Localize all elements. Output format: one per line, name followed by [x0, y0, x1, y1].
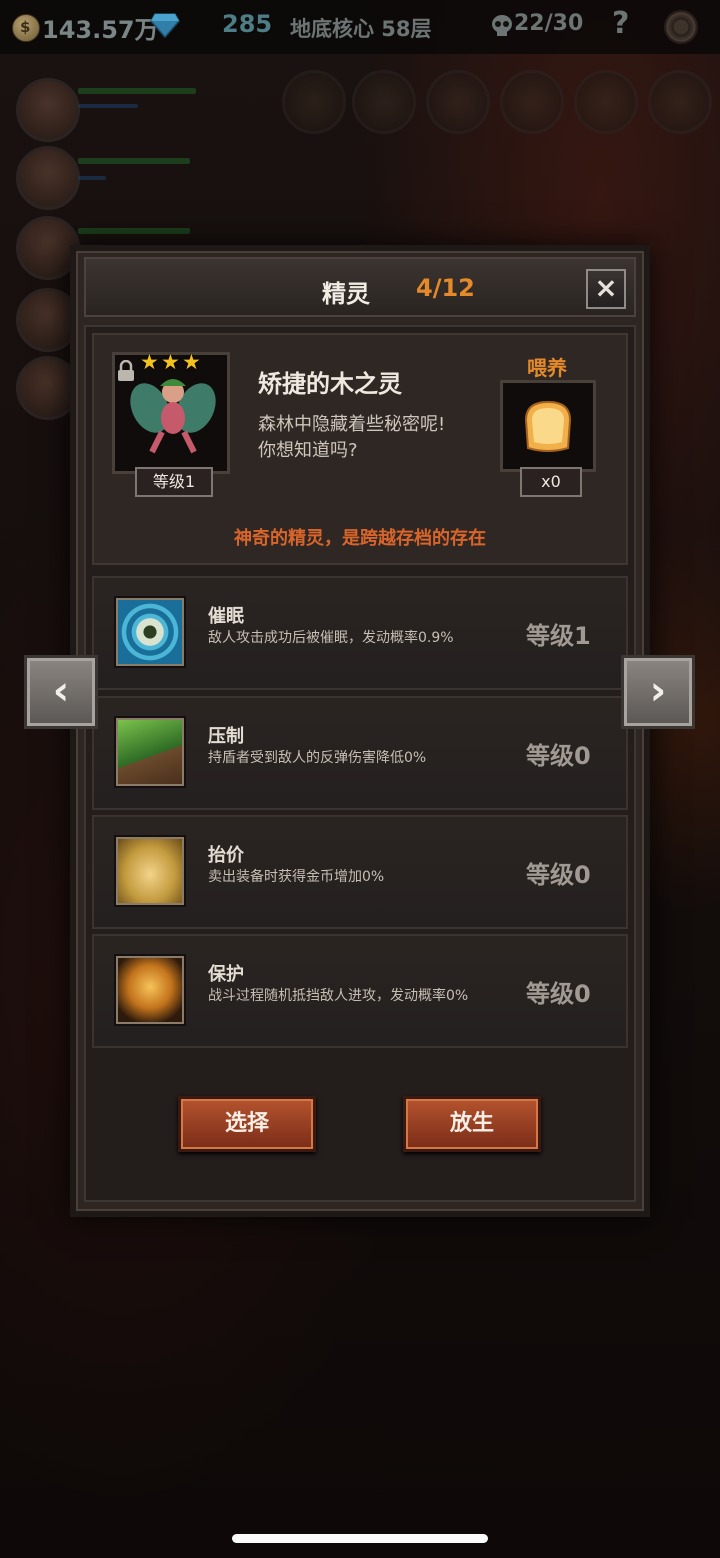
- gem-amount: 285: [222, 10, 273, 38]
- skill-row-raise-price[interactable]: 抬价 卖出装备时获得金币增加0% 等级0: [92, 815, 628, 929]
- spirit-level: 等级1: [135, 467, 213, 497]
- spirit-name: 矫捷的木之灵: [258, 370, 402, 398]
- next-spirit-button[interactable]: ›: [621, 655, 695, 729]
- skill-row-hypnosis[interactable]: 催眠 敌人攻击成功后被催眠，发动概率0.9% 等级1: [92, 576, 628, 690]
- suppress-claw-icon: [116, 718, 184, 786]
- skill-row-protect[interactable]: 保护 战斗过程随机抵挡敌人进攻，发动概率0% 等级0: [92, 934, 628, 1048]
- hero-portrait: [16, 146, 80, 210]
- spirit-description: 森林中隐藏着些秘密呢!: [258, 414, 446, 435]
- pumpkin-icon: [648, 70, 712, 134]
- skill-level: 等级0: [526, 980, 591, 1008]
- skill-description: 持盾者受到敌人的反弹伤害降低0%: [208, 750, 427, 766]
- bread-icon[interactable]: [518, 398, 578, 454]
- bell-icon: [282, 70, 346, 134]
- spirit-tagline: 神奇的精灵，是跨越存档的存在: [234, 528, 486, 549]
- feed-label: 喂养: [527, 356, 567, 380]
- home-indicator[interactable]: [232, 1534, 488, 1543]
- prev-spirit-button[interactable]: ‹: [24, 655, 98, 729]
- dialog-title: 精灵: [322, 280, 370, 308]
- release-button[interactable]: 放生: [403, 1096, 541, 1152]
- feather-icon: [352, 70, 416, 134]
- skill-description: 敌人攻击成功后被催眠，发动概率0.9%: [208, 630, 454, 646]
- hero-hp-bar: [78, 228, 190, 234]
- resource-bar: 143.57万 285 地底核心 58层 22/30 ?: [0, 0, 720, 54]
- potion-icon: [426, 70, 490, 134]
- wolf-icon: [574, 70, 638, 134]
- skill-description: 战斗过程随机抵挡敌人进攻，发动概率0%: [208, 988, 469, 1004]
- skull-icon: [492, 15, 512, 36]
- spirit-count: 4/12: [416, 274, 475, 302]
- help-button[interactable]: ?: [612, 6, 629, 41]
- diamond-icon: [150, 13, 180, 38]
- raise-price-hand-icon: [116, 837, 184, 905]
- skill-name: 压制: [208, 726, 244, 747]
- dungeon-floor: 地底核心 58层: [290, 17, 432, 41]
- souls-count: 22/30: [514, 11, 584, 36]
- wood-fairy-icon: [130, 379, 216, 454]
- hero-mp-bar: [78, 176, 106, 180]
- hero-portrait: [16, 78, 80, 142]
- select-button[interactable]: 选择: [178, 1096, 316, 1152]
- hypnosis-eye-icon: [116, 598, 184, 666]
- skill-row-suppress[interactable]: 压制 持盾者受到敌人的反弹伤害降低0% 等级0: [92, 696, 628, 810]
- skill-level: 等级0: [526, 861, 591, 889]
- hero-hp-bar: [78, 158, 190, 164]
- feed-count: x0: [520, 467, 582, 497]
- skill-level: 等级1: [526, 622, 591, 650]
- coffin-icon: [500, 70, 564, 134]
- protect-spirit-icon: [116, 956, 184, 1024]
- skill-level: 等级0: [526, 742, 591, 770]
- skill-name: 保护: [208, 964, 244, 985]
- hero-hp-bar: [78, 88, 196, 94]
- close-button[interactable]: ×: [586, 269, 626, 309]
- gold-coin-icon: [12, 14, 40, 42]
- settings-gear-icon[interactable]: [664, 10, 698, 44]
- skill-name: 催眠: [208, 606, 244, 627]
- skill-description: 卖出装备时获得金币增加0%: [208, 869, 385, 885]
- skill-name: 抬价: [208, 845, 244, 866]
- spirit-description: 你想知道吗?: [258, 440, 358, 461]
- hero-mp-bar: [78, 104, 138, 108]
- gold-amount: 143.57万: [42, 16, 159, 44]
